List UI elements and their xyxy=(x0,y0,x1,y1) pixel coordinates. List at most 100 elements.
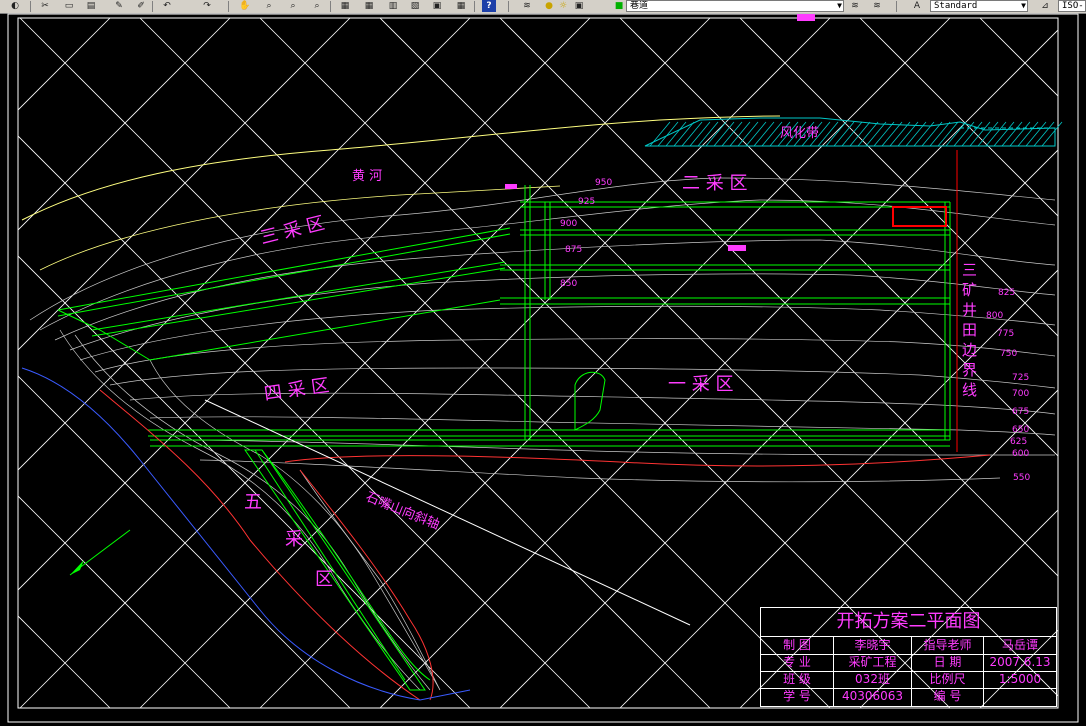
hatch-line xyxy=(673,121,695,147)
syncline-axis-line xyxy=(204,399,691,626)
title-block-cell: 比例尺 xyxy=(929,672,966,686)
label-fault: 石嘴山向斜轴 xyxy=(364,489,442,533)
sheetset-icon[interactable]: ▧ xyxy=(408,0,422,12)
title-block-cell: 学 号 xyxy=(783,689,811,703)
copy-icon[interactable]: ▭ xyxy=(62,0,76,12)
layer-manager-icon[interactable]: ≋ xyxy=(520,0,534,12)
contour-labels-left: 950925 900 875 850 xyxy=(560,178,612,289)
hatch-line xyxy=(993,121,1015,147)
toolbar: ◐ ✂ ▭ ▤ ✎ ✐ ↶ ↷ ✋ ⌕ ⌕ ⌕ ▦ ▦ ▥ ▧ ▣ ▦ ? ≋ … xyxy=(0,0,1086,14)
lock-icon[interactable]: ▣ xyxy=(572,0,586,12)
title-block-cell: 指导老师 xyxy=(923,638,972,652)
title-block-cell xyxy=(984,688,1056,705)
grid-line xyxy=(18,18,351,351)
dim-style-icon[interactable]: ⊿ xyxy=(1038,0,1052,12)
north-arrow-icon xyxy=(70,560,84,575)
contour-label: 925 xyxy=(578,197,595,207)
contour-label: 650 xyxy=(1012,425,1029,435)
pan-hand-icon[interactable]: ✋ xyxy=(238,0,252,12)
hatch-line xyxy=(833,121,855,147)
tool-palettes-icon[interactable]: ▥ xyxy=(386,0,400,12)
hatch-line xyxy=(865,121,887,147)
grid-line xyxy=(18,18,111,111)
help-icon[interactable]: ? xyxy=(482,0,496,12)
title-block-cell: 李晓宇 xyxy=(854,638,891,652)
brush-icon[interactable]: ✐ xyxy=(134,0,148,12)
hatch-line xyxy=(1041,121,1063,147)
calculator-icon[interactable]: ▦ xyxy=(454,0,468,12)
hatch-line xyxy=(1001,121,1023,147)
chevron-down-icon: ▼ xyxy=(1021,1,1026,10)
grid-line xyxy=(18,135,591,708)
hatch-line xyxy=(649,121,671,147)
contour-label: 675 xyxy=(1012,407,1029,417)
bulb-icon[interactable]: ● xyxy=(542,0,556,12)
properties-icon[interactable]: ▦ xyxy=(338,0,352,12)
label-zone4: 四 采 区 xyxy=(263,375,331,405)
redo-icon[interactable]: ↷ xyxy=(200,0,214,12)
hatch-line xyxy=(1025,121,1047,147)
grid-line xyxy=(18,18,471,471)
contour-label: 600 xyxy=(1012,449,1029,459)
pan-icon[interactable]: ✂ xyxy=(38,0,52,12)
boundary-label: 三矿井田边界线 xyxy=(962,261,977,399)
dim-style-select[interactable]: ISO- xyxy=(1058,0,1086,12)
grid-line xyxy=(18,495,231,708)
title-block-cell: 032班 xyxy=(855,672,890,686)
hatch-line xyxy=(937,121,959,147)
grid-line xyxy=(499,149,1058,708)
hatch-line xyxy=(1033,121,1055,147)
hatch-line xyxy=(689,121,711,147)
title-block-cell: 马岳谭 xyxy=(1001,638,1038,652)
toolbar-globe-icon[interactable]: ◐ xyxy=(8,0,22,12)
hatch-line xyxy=(657,121,679,147)
layer-previous-icon[interactable]: ≋ xyxy=(870,0,884,12)
contour-label: 550 xyxy=(1013,473,1030,483)
zoom-previous-icon[interactable]: ⌕ xyxy=(310,0,324,12)
title-block-cell: 采矿工程 xyxy=(848,655,897,669)
grid-line xyxy=(739,389,1058,708)
zoom-window-icon[interactable]: ⌕ xyxy=(286,0,300,12)
hatch-line xyxy=(1009,121,1031,147)
river-marker xyxy=(505,184,517,189)
hatch-line xyxy=(849,121,871,147)
label-zone5-c: 区 xyxy=(315,569,333,590)
contour-label: 850 xyxy=(560,279,577,289)
shaft-marker xyxy=(728,245,746,251)
title-block-cell: 日 期 xyxy=(933,655,962,669)
design-center-icon[interactable]: ▦ xyxy=(362,0,376,12)
hatch-line xyxy=(1017,121,1039,147)
match-properties-icon[interactable]: ✎ xyxy=(112,0,126,12)
layer-select-value: 巷道 xyxy=(630,1,649,11)
dim-style-value: ISO- xyxy=(1062,1,1084,11)
markup-icon[interactable]: ▣ xyxy=(430,0,444,12)
drawing-title: 开拓方案二平面图 xyxy=(836,611,981,632)
undo-icon[interactable]: ↶ xyxy=(160,0,174,12)
zoom-realtime-icon[interactable]: ⌕ xyxy=(262,0,276,12)
layer-select[interactable]: 巷道 ▼ xyxy=(626,0,844,12)
paste-icon[interactable]: ▤ xyxy=(84,0,98,12)
text-style-icon[interactable]: A xyxy=(910,0,924,12)
chevron-down-icon: ▼ xyxy=(837,1,842,10)
layer-color-icon[interactable]: ■ xyxy=(612,0,626,12)
hatch-line xyxy=(697,121,719,147)
contour-labels-right: 825 800 775 750 725 700 675 650 625 600 550 xyxy=(986,288,1030,483)
contour-label: 725 xyxy=(1012,373,1029,383)
text-style-select[interactable]: Standard ▼ xyxy=(930,0,1028,12)
grid-line xyxy=(739,18,1058,337)
boundary-char: 三 xyxy=(962,261,977,279)
grid-line xyxy=(979,18,1058,97)
contour-label: 825 xyxy=(998,288,1015,298)
grid-line xyxy=(18,375,351,708)
title-block: 开拓方案二平面图 制 图 李晓宇 指导老师 马岳谭专 业 采矿工程 日 期 2007.6.1… xyxy=(760,607,1057,707)
grid-line xyxy=(499,18,1058,577)
river-line xyxy=(21,115,781,221)
make-current-icon[interactable]: ≋ xyxy=(848,0,862,12)
mining-boundary-curve xyxy=(284,454,991,467)
label-zone5-b: 采 xyxy=(285,529,303,550)
grid-line xyxy=(18,255,471,708)
hatch-line xyxy=(841,121,863,147)
coordinate-grid xyxy=(18,18,1058,708)
sun-icon[interactable]: ☼ xyxy=(556,0,570,12)
hatch-line xyxy=(969,121,991,147)
